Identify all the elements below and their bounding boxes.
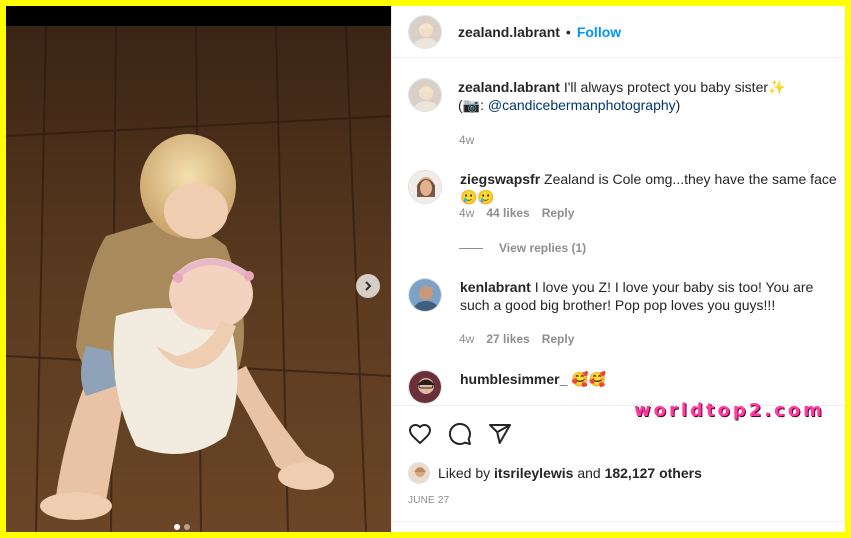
instagram-post-frame: zealand.labrant • Follow zealand.labrant… [6,6,845,532]
comment-body: kenlabrant I love you Z! I love your bab… [460,278,838,314]
comment-time[interactable]: 4w [459,332,474,346]
post-date[interactable]: JUNE 27 [408,495,449,506]
liked-by-prefix: Liked by [438,465,491,481]
caption-meta: 4w [459,133,474,147]
comments-list[interactable]: zealand.labrant I'll always protect you … [392,58,845,405]
comment-username[interactable]: kenlabrant [460,279,531,295]
likes-count[interactable]: 182,127 others [605,465,702,481]
credit-suffix: ) [675,97,681,113]
comment-body: humblesimmer_ 🥰🥰 [460,370,838,404]
caption-text: I'll always protect you baby sister✨ [563,79,786,95]
heart-icon[interactable] [408,422,432,446]
caption: zealand.labrant I'll always protect you … [408,78,838,114]
comment-icon[interactable] [448,422,472,446]
photo-image [6,26,391,532]
carousel-dot-active [174,524,180,530]
comment-body: ziegswapsfr Zealand is Cole omg...they h… [460,170,838,206]
liked-by-user[interactable]: itsrileylewis [494,465,573,481]
reply-button[interactable]: Reply [542,206,575,220]
header-separator: • [565,23,571,40]
comment-meta: 4w 44 likes Reply [459,206,574,220]
carousel-dot [184,524,190,530]
comment-item: kenlabrant I love you Z! I love your bab… [408,278,838,314]
comment-item: humblesimmer_ 🥰🥰 [408,370,838,404]
caption-avatar[interactable] [408,78,442,112]
share-icon[interactable] [488,422,512,446]
carousel-next-button[interactable] [356,274,380,298]
commenter-avatar[interactable] [408,278,442,312]
post-detail-panel: zealand.labrant • Follow zealand.labrant… [391,6,845,532]
caption-time[interactable]: 4w [459,133,474,147]
chevron-right-icon [365,281,372,291]
follow-button[interactable]: Follow [577,24,621,40]
comment-text: 🥰🥰 [571,371,607,387]
comment-time[interactable]: 4w [459,206,474,220]
caption-username[interactable]: zealand.labrant [458,79,560,95]
comment-likes[interactable]: 44 likes [486,206,529,220]
commenter-avatar[interactable] [408,370,442,404]
comment-meta: 4w 27 likes Reply [459,332,574,346]
view-replies-label: View replies (1) [499,241,587,255]
author-username[interactable]: zealand.labrant [458,24,560,40]
watermark: worldtop2.com [634,400,825,421]
reply-button[interactable]: Reply [542,332,575,346]
caption-body: zealand.labrant I'll always protect you … [458,78,838,114]
comment-username[interactable]: humblesimmer_ [460,371,567,387]
carousel-indicator [174,524,190,530]
comment-username[interactable]: ziegswapsfr [460,171,540,187]
view-replies-button[interactable]: View replies (1) [459,241,586,255]
comment-item: ziegswapsfr Zealand is Cole omg...they h… [408,170,838,206]
credit-mention[interactable]: @candicebermanphotography [488,97,676,113]
credit-prefix: (📷: [458,97,488,113]
replies-line [459,247,483,249]
liker-avatar[interactable] [408,462,430,484]
author-avatar[interactable] [408,14,442,49]
post-header: zealand.labrant • Follow [392,6,845,58]
liked-by-middle: and [577,465,601,481]
commenter-avatar[interactable] [408,170,442,204]
comment-likes[interactable]: 27 likes [486,332,529,346]
liked-by-row: Liked by itsrileylewis and 182,127 other… [408,462,702,484]
comment-input-divider [392,521,845,532]
post-photo[interactable] [6,6,391,532]
